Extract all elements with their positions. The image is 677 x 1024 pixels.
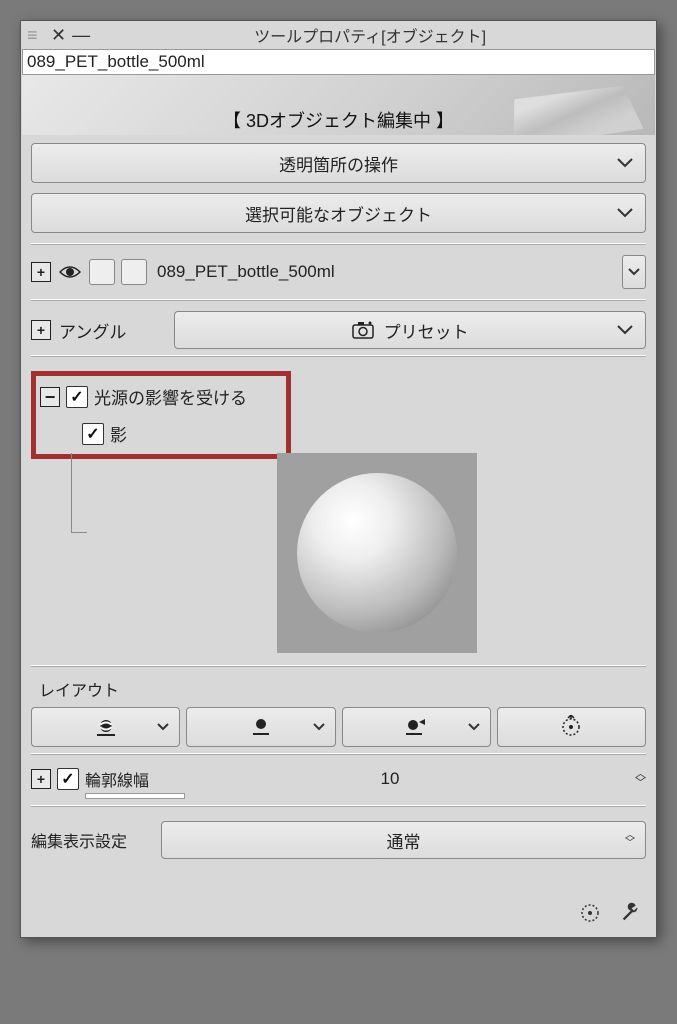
light-affected-label: 光源の影響を受ける [94,384,247,409]
visibility-icon[interactable] [59,264,81,280]
editing-banner: 【 3Dオブジェクト編集中 】 [22,75,655,135]
shadow-label: 影 [110,421,127,446]
minimize-icon[interactable]: — [72,25,90,46]
footer [21,871,656,937]
chevron-down-icon [157,723,169,731]
collapse-icon[interactable]: − [40,387,60,407]
light-affected-row: − ✓ 光源の影響を受ける [40,384,280,409]
panel-title: ツールプロパティ[オブジェクト] [90,23,650,47]
layout-drop-button[interactable] [186,707,335,747]
content-area: 透明箇所の操作 選択可能なオブジェクト + 089_PET_bottle_500… [21,135,656,871]
close-icon[interactable]: ✕ [51,25,66,46]
light-sphere-control[interactable] [277,453,477,653]
render-label: 編集表示設定 [31,828,151,852]
expand-icon[interactable]: + [31,262,51,282]
tool-property-panel: ≡ ✕ — ツールプロパティ[オブジェクト] 089_PET_bottle_50… [20,20,657,938]
button-label: 透明箇所の操作 [279,151,398,176]
selectable-object-button[interactable]: 選択可能なオブジェクト [31,193,646,233]
banner-text: 【 3Dオブジェクト編集中 】 [223,107,454,133]
angle-label: アングル [59,318,126,343]
render-mode-select[interactable]: 通常 ︿﹀ [161,821,646,859]
outline-spinner[interactable]: ︿ ﹀ [635,770,646,788]
ground-icon [95,716,117,738]
preset-label: プリセット [384,318,469,343]
render-row: 編集表示設定 通常 ︿﹀ [31,821,646,859]
shadow-checkbox[interactable]: ✓ [82,423,104,445]
chevron-down-icon [313,723,325,731]
layout-label: レイアウト [39,677,646,701]
chevron-down-icon [468,723,480,731]
titlebar: ≡ ✕ — ツールプロパティ[オブジェクト] [21,21,656,49]
camera-icon [352,321,374,339]
light-affected-checkbox[interactable]: ✓ [66,386,88,408]
chevron-down-icon: ﹀ [635,779,646,788]
filename-field[interactable]: 089_PET_bottle_500ml [22,49,655,75]
outline-checkbox[interactable]: ✓ [57,768,79,790]
object-dropdown[interactable] [622,255,646,289]
render-value: 通常 [387,828,421,853]
preset-button[interactable]: プリセット [174,311,646,349]
outline-slider[interactable] [85,793,185,799]
chevron-down-icon [617,158,633,168]
transparent-operation-button[interactable]: 透明箇所の操作 [31,143,646,183]
wrench-icon[interactable] [616,899,644,927]
rotate-icon [559,715,583,739]
layout-row [31,707,646,747]
layout-ground-button[interactable] [31,707,180,747]
divider [31,805,646,807]
divider [31,299,646,301]
drop-icon [250,716,272,738]
tree-connector [71,453,87,533]
menu-icon[interactable]: ≡ [27,25,45,46]
expand-icon[interactable]: + [31,320,51,340]
lock-toggle[interactable] [89,259,115,285]
reset-icon[interactable] [576,899,604,927]
button-label: 選択可能なオブジェクト [245,201,432,226]
object-name-label: 089_PET_bottle_500ml [157,262,616,282]
divider [31,665,646,667]
outline-value[interactable]: 10 [381,769,400,789]
updown-icon: ︿﹀ [625,832,635,848]
outline-label: 輪郭線幅 [85,767,149,791]
chevron-down-icon [617,325,633,335]
divider [31,243,646,245]
outline-row: + ✓ 輪郭線幅 10 ︿ ﹀ [31,767,646,791]
object-row: + 089_PET_bottle_500ml [31,255,646,289]
divider [31,355,646,357]
light-preview-area [71,453,646,653]
expand-icon[interactable]: + [31,769,51,789]
divider [31,753,646,755]
layout-snap-button[interactable] [342,707,491,747]
layout-rotate-button[interactable] [497,707,646,747]
snap-icon [403,716,429,738]
chevron-down-icon [617,208,633,218]
link-toggle[interactable] [121,259,147,285]
sphere-icon [297,473,457,633]
shadow-row: ✓ 影 [82,421,280,446]
angle-row: + アングル プリセット [31,311,646,349]
highlight-annotation: − ✓ 光源の影響を受ける ✓ 影 [31,371,291,459]
